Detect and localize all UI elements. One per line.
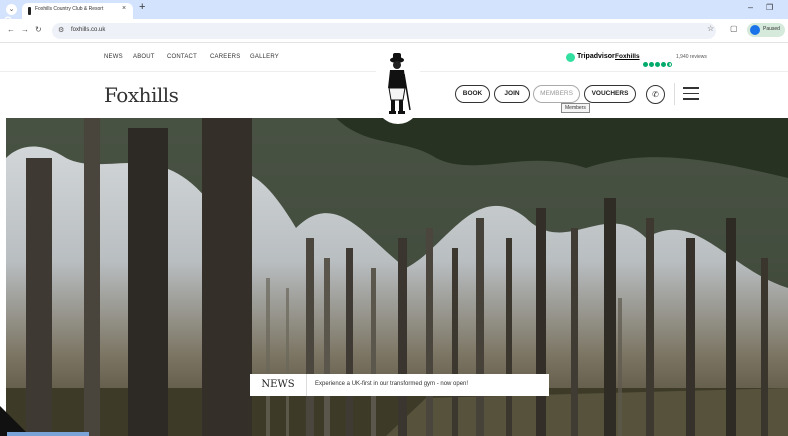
site-settings-icon[interactable]: ⚙ [58, 26, 64, 34]
rating-half-bubble-icon [667, 62, 672, 67]
tripadvisor-review-count[interactable]: 1,940 reviews [676, 54, 707, 60]
cookie-banner-strip [7, 432, 89, 436]
tripadvisor-owl-icon [566, 53, 575, 62]
nav-link-about[interactable]: ABOUT [133, 54, 155, 60]
join-button[interactable]: JOIN [494, 85, 530, 103]
golfer-mascot-emblem[interactable] [376, 48, 420, 124]
cookie-settings-icon[interactable]: ⚙ [3, 14, 13, 27]
browser-tabstrip: ⌄ Foxhills Country Club & Resort × + – ❐ [0, 0, 788, 19]
reload-button[interactable]: ↻ [35, 25, 42, 34]
profile-button[interactable]: Paused [747, 23, 785, 37]
browser-tab[interactable]: Foxhills Country Club & Resort × [22, 3, 133, 19]
tripadvisor-rating [643, 54, 673, 72]
phone-icon[interactable]: ✆ [646, 85, 665, 104]
star-icon[interactable]: ☆ [707, 24, 714, 33]
site-logo[interactable]: Foxhills [104, 83, 179, 107]
extensions-icon[interactable]: ▢ [730, 24, 738, 33]
news-label: NEWS [250, 374, 307, 396]
avatar [750, 25, 760, 35]
header-divider [674, 83, 675, 105]
nav-link-news[interactable]: NEWS [104, 54, 123, 60]
url-text[interactable]: foxhills.co.uk [71, 27, 105, 33]
tab-title: Foxhills Country Club & Resort [35, 6, 104, 12]
nav-link-gallery[interactable]: GALLERY [250, 54, 279, 60]
nav-link-careers[interactable]: CAREERS [210, 54, 240, 60]
news-ticker[interactable]: NEWS Experience a UK-first in our transf… [250, 374, 549, 396]
new-tab-button[interactable]: + [139, 1, 145, 13]
address-bar[interactable]: ⚙ foxhills.co.uk [52, 23, 716, 39]
browser-toolbar: ← → ↻ ⚙ foxhills.co.uk ☆ ▢ Paused [0, 19, 788, 43]
news-headline[interactable]: Experience a UK-first in our transformed… [315, 381, 468, 387]
minimize-icon[interactable]: – [748, 2, 753, 12]
rating-bubble-icon [661, 62, 666, 67]
forward-button[interactable]: → [21, 25, 29, 34]
maximize-icon[interactable]: ❐ [766, 3, 773, 12]
rating-bubble-icon [655, 62, 660, 67]
golfer-icon [388, 53, 411, 114]
vouchers-button[interactable]: VOUCHERS [584, 85, 636, 103]
tripadvisor-venue-link[interactable]: Foxhills [615, 53, 640, 60]
members-tooltip: Members [561, 103, 590, 113]
tab-close-icon[interactable]: × [122, 5, 126, 12]
rating-bubble-icon [643, 62, 648, 67]
book-button[interactable]: BOOK [455, 85, 490, 103]
rating-bubble-icon [649, 62, 654, 67]
members-button[interactable]: MEMBERS [533, 85, 580, 103]
nav-link-contact[interactable]: CONTACT [167, 54, 197, 60]
favicon-icon [28, 7, 31, 15]
profile-label: Paused [763, 26, 780, 32]
tripadvisor-brand[interactable]: Tripadvisor [577, 53, 615, 60]
hamburger-menu-icon[interactable] [683, 87, 699, 101]
